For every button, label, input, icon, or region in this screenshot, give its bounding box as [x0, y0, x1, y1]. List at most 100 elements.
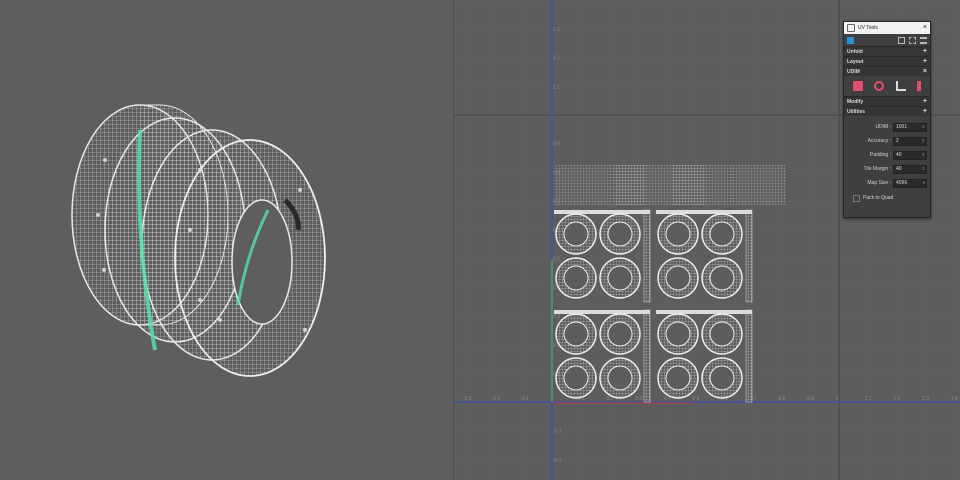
tire-front [174, 139, 326, 377]
section-unfold-label: Unfold [847, 48, 863, 55]
ring-island-hole [607, 365, 633, 391]
strip-island [656, 210, 752, 214]
y-tick-label: -0.1 [553, 429, 562, 435]
x-tick-label: 0.3 [635, 396, 642, 402]
setting-label: Accuracy : [867, 138, 891, 144]
section-udim-label: UDIM [847, 68, 860, 75]
setting-udim: UDIM : 1001 ⇕ [847, 120, 927, 134]
panel-titlebar[interactable]: UV Tools × [844, 22, 930, 34]
map-size-select[interactable]: 4096 ▾ [893, 178, 927, 188]
setting-map-size: Map Size : 4096 ▾ [847, 176, 927, 190]
section-layout-label: Layout [847, 58, 864, 65]
section-modify-label: Modify [847, 98, 864, 105]
padding-field[interactable]: 40 ⇕ [893, 150, 927, 160]
x-tick-label: 1.4 [951, 396, 958, 402]
udim-box-icon[interactable] [852, 81, 863, 91]
tile-margin-value: 40 [896, 166, 902, 172]
y-tick-label: -0.2 [553, 457, 562, 463]
ring-island-hole [709, 365, 735, 391]
spinner-icon[interactable]: ⇕ [922, 152, 925, 157]
setting-label: Padding : [869, 152, 891, 158]
ring-island-hole [709, 265, 735, 291]
udim-field[interactable]: 1001 ⇕ [893, 122, 927, 132]
tile-margin-field[interactable]: 40 ⇕ [893, 164, 927, 174]
section-utilities-label: Utilities [847, 108, 866, 115]
udim-value: 1001 [896, 124, 908, 130]
small-uv-islands [554, 165, 786, 205]
accuracy-field[interactable]: 2 ⇕ [893, 136, 927, 146]
x-tick-label: 1.3 [922, 396, 929, 402]
accuracy-value: 2 [896, 138, 899, 144]
x-tick-label: 0.5 [693, 396, 700, 402]
pack-to-quad-option[interactable]: Pack to Quad [847, 192, 927, 204]
checkbox[interactable] [853, 194, 860, 202]
setting-accuracy: Accuracy : 2 ⇕ [847, 134, 927, 148]
list-view-icon[interactable] [920, 36, 927, 44]
strip-island [745, 209, 753, 303]
section-layout[interactable]: Layout + [844, 56, 930, 66]
setting-padding: Padding : 40 ⇕ [847, 148, 927, 162]
section-udim[interactable]: UDIM × [844, 66, 930, 76]
chevron-down-icon[interactable]: ▾ [923, 180, 925, 185]
y-tick-label: 1.3 [553, 27, 560, 33]
x-tick-label: 0.9 [807, 396, 814, 402]
collapse-icon[interactable]: × [923, 68, 927, 75]
ring-island-hole [607, 321, 633, 347]
strip-island [643, 309, 651, 403]
ring-island-hole [665, 321, 691, 347]
ring-island-hole [563, 221, 589, 247]
y-tick-label: 0.5 [553, 257, 560, 263]
app-icon [847, 24, 855, 32]
x-tick-label: 1.1 [865, 396, 872, 402]
spinner-icon[interactable]: ⇕ [922, 166, 925, 171]
ring-island-hole [563, 321, 589, 347]
ring-island-hole [563, 265, 589, 291]
ring-island-hole [709, 221, 735, 247]
x-tick-label: 1 [836, 396, 839, 402]
ring-island-hole [607, 221, 633, 247]
panel-toolbar [844, 34, 930, 46]
pack-to-quad-label: Pack to Quad [863, 195, 894, 201]
x-tick-label: -0.1 [520, 396, 529, 402]
y-tick-label: 0.3 [553, 314, 560, 320]
udim-move-icon[interactable] [874, 81, 885, 91]
strip-island [656, 310, 752, 314]
setting-label: Tile Margin : [863, 166, 891, 172]
strip-island [554, 210, 650, 214]
y-tick-label: 1.1 [553, 84, 560, 90]
ring-island-hole [665, 221, 691, 247]
uv-tools-panel: UV Tools × Unfold + Layout + UDIM × Modi… [843, 21, 931, 218]
ring-island-hole [665, 265, 691, 291]
close-icon[interactable]: × [923, 22, 927, 34]
section-utilities[interactable]: Utilities + [844, 106, 930, 116]
map-size-value: 4096 [896, 180, 908, 186]
ring-island-hole [665, 365, 691, 391]
plus-icon[interactable]: + [923, 48, 927, 55]
strip-island [745, 309, 753, 403]
section-modify[interactable]: Modify + [844, 96, 930, 106]
x-tick-label: 1.2 [893, 396, 900, 402]
udim-tools [844, 76, 930, 96]
udim-info-icon[interactable] [917, 81, 922, 91]
plus-icon[interactable]: + [923, 58, 927, 65]
strip-island [554, 310, 650, 314]
uv-tool-logo-icon [847, 36, 854, 44]
strip-island [643, 209, 651, 303]
udim-select-icon[interactable] [895, 81, 906, 91]
spinner-icon[interactable]: ⇕ [922, 124, 925, 129]
setting-label: UDIM : [875, 124, 891, 130]
plus-icon[interactable]: + [923, 98, 927, 105]
tire-wireframe-mesh [71, 104, 326, 377]
setting-label: Map Size : [867, 180, 891, 186]
section-unfold[interactable]: Unfold + [844, 46, 930, 56]
setting-tile-margin: Tile Margin : 40 ⇕ [847, 162, 927, 176]
spinner-icon[interactable]: ⇕ [922, 138, 925, 143]
panel-title: UV Tools [858, 25, 878, 31]
window-view-icon[interactable] [898, 36, 905, 44]
y-tick-label: 0.9 [553, 142, 560, 148]
3d-viewport[interactable] [0, 0, 453, 480]
grid-view-icon[interactable] [909, 36, 916, 44]
plus-icon[interactable]: + [923, 108, 927, 115]
x-tick-label: -0.3 [463, 396, 472, 402]
x-tick-label: -0.2 [492, 396, 501, 402]
